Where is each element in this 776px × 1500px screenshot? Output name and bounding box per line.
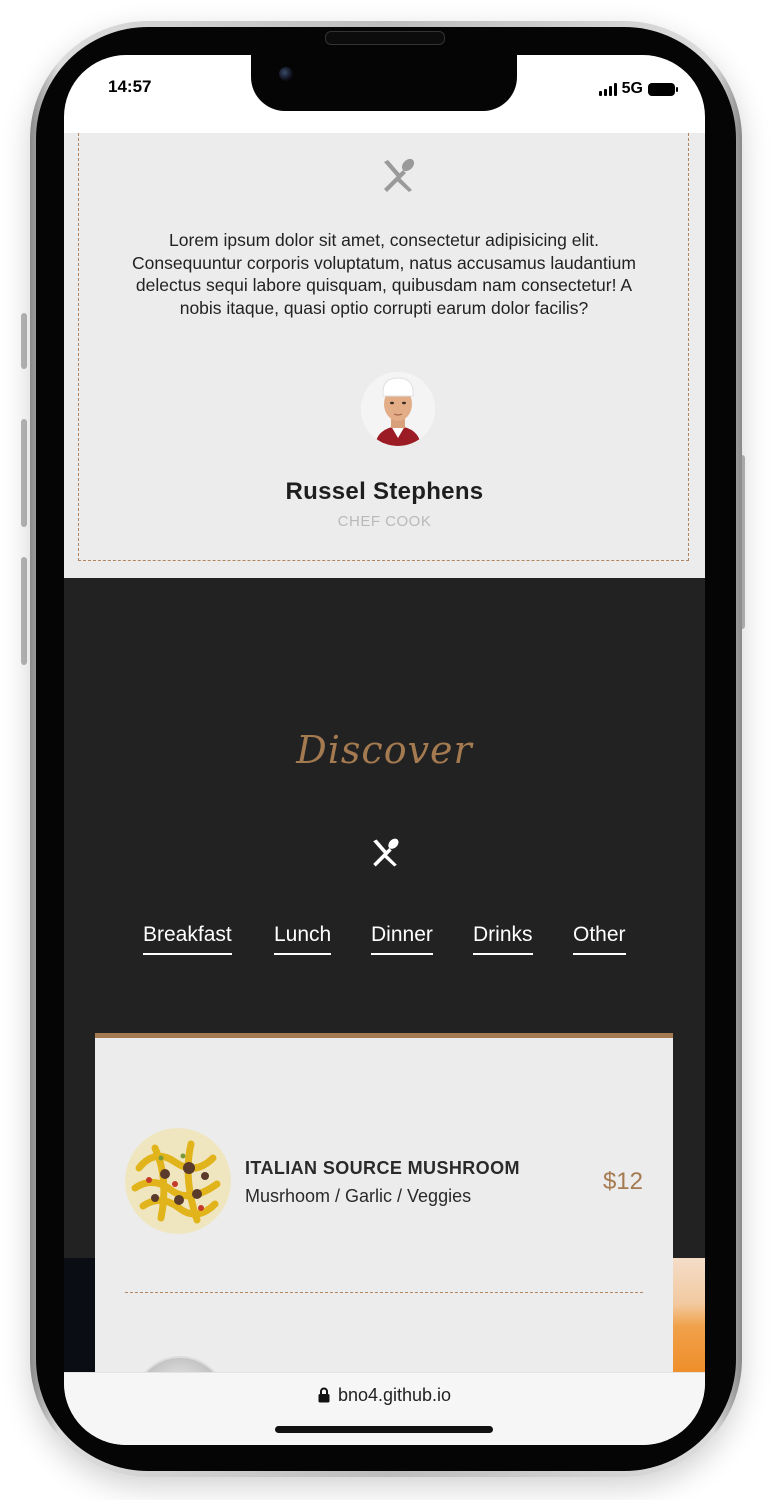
url-text: bno4.github.io [337,1385,452,1405]
battery-icon [648,82,678,96]
dish-name: ITALIAN SOURCE MUSHROOM [245,1158,520,1178]
network-label: 5G [621,80,643,97]
notch [251,55,517,111]
background-image-right [673,1258,705,1372]
pasta-photo [125,1128,231,1234]
chef-avatar [361,372,435,446]
page-content: Lorem ipsum dolor sit amet, consectetur … [64,133,705,1372]
testimonial-quote: Lorem ipsum dolor sit amet, consectetur … [132,230,636,318]
discover-title: Discover [296,728,473,772]
menu-divider [125,1292,643,1293]
browser-url-bar[interactable]: bno4.github.io [64,1372,705,1445]
volume-down-button [21,557,27,665]
speaker-grill [325,31,445,45]
dish-image [125,1128,231,1234]
volume-up-button [21,419,27,527]
home-indicator[interactable] [275,1426,493,1433]
testimonial-section: Lorem ipsum dolor sit amet, consectetur … [64,133,705,578]
phone-screen: 14:57 5G Lorem ipsum dolor sit amet, con… [64,55,705,1445]
menu-category-tabs: Breakfast Lunch Dinner Drinks Other [143,923,643,963]
silent-switch [21,313,27,369]
url-display[interactable]: bno4.github.io [64,1385,705,1406]
testimonial-card: Lorem ipsum dolor sit amet, consectetur … [78,133,689,561]
author-name: Russel Stephens [285,478,484,505]
author-role: CHEF COOK [337,513,432,530]
tab-other[interactable]: Other [573,923,626,955]
status-indicators: 5G [598,80,678,98]
dish-image-partial [133,1356,227,1372]
tab-lunch[interactable]: Lunch [274,923,332,955]
menu-card: ITALIAN SOURCE MUSHROOM Musrhoom / Garli… [95,1033,673,1372]
tab-breakfast[interactable]: Breakfast [143,923,232,955]
status-time: 14:57 [108,77,152,96]
dish-price: $12 [602,1168,643,1195]
utensils-icon [384,158,415,192]
dish-ingredients: Musrhoom / Garlic / Veggies [245,1186,472,1206]
utensils-icon [373,838,399,867]
signal-icon [598,82,617,96]
tab-dinner[interactable]: Dinner [371,923,433,955]
chef-portrait [361,372,435,446]
tab-drinks[interactable]: Drinks [473,923,533,955]
front-camera [279,67,293,81]
lock-icon [318,1387,330,1403]
